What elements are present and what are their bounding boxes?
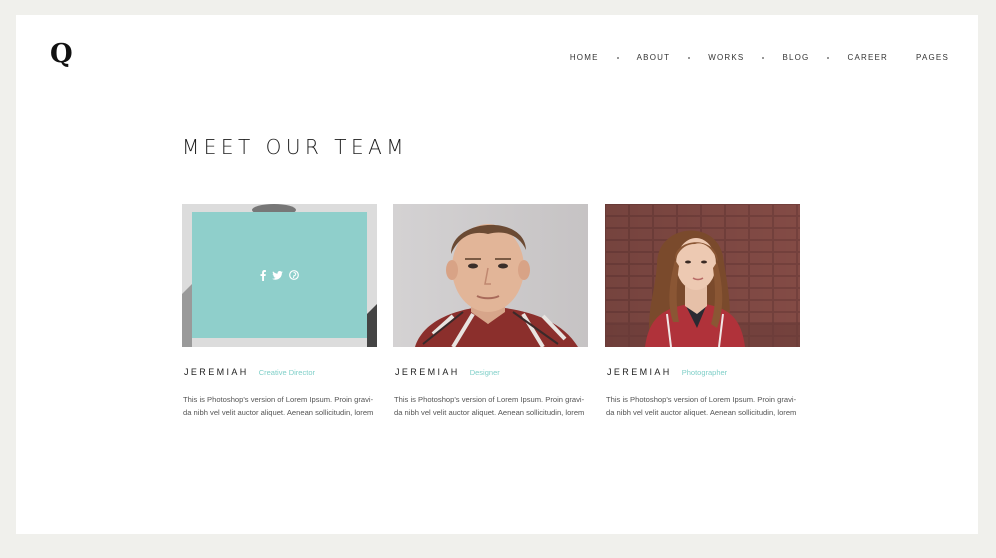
portrait-image <box>393 204 588 347</box>
main-nav: HOME ABOUT WORKS BLOG CAREER PAGES <box>570 53 949 62</box>
nav-separator <box>762 56 765 59</box>
nav-separator <box>688 56 691 59</box>
team-photo-3[interactable] <box>605 204 800 347</box>
nav-career[interactable]: CAREER <box>847 53 888 62</box>
nav-works[interactable]: WORKS <box>708 53 744 62</box>
nav-home[interactable]: HOME <box>570 53 599 62</box>
member-name: JEREMIAH <box>395 367 460 377</box>
facebook-icon[interactable] <box>260 269 266 281</box>
member-name: JEREMIAH <box>184 367 249 377</box>
team-card-1: JEREMIAH Creative Director This is Photo… <box>182 204 377 419</box>
nav-separator <box>827 56 830 59</box>
photo-hover-overlay <box>192 212 367 338</box>
member-role: Creative Director <box>258 368 315 377</box>
nav-separator <box>616 56 619 59</box>
portrait-image <box>605 204 800 347</box>
pinterest-icon[interactable] <box>289 270 299 280</box>
member-name: JEREMIAH <box>607 367 672 377</box>
section-title: MEET OUR TEAM <box>182 135 409 159</box>
team-card-2: JEREMIAH Designer This is Photoshop's ve… <box>393 204 588 419</box>
member-role: Designer <box>469 368 500 377</box>
member-role: Photographer <box>681 368 728 377</box>
member-description: This is Photoshop's version of Lorem Ips… <box>606 395 797 417</box>
nav-pages[interactable]: PAGES <box>916 53 949 62</box>
twitter-icon[interactable] <box>272 270 283 280</box>
team-card-3: JEREMIAH Photographer This is Photoshop'… <box>605 204 800 419</box>
nav-blog[interactable]: BLOG <box>782 53 809 62</box>
member-description: This is Photoshop's version of Lorem Ips… <box>183 395 374 417</box>
nav-about[interactable]: ABOUT <box>637 53 671 62</box>
site-logo[interactable]: Q <box>50 39 73 69</box>
team-photo-1[interactable] <box>182 204 377 347</box>
team-photo-2[interactable] <box>393 204 588 347</box>
member-description: This is Photoshop's version of Lorem Ips… <box>394 395 585 417</box>
page-canvas: Q HOME ABOUT WORKS BLOG CAREER PAGES MEE… <box>16 15 978 534</box>
